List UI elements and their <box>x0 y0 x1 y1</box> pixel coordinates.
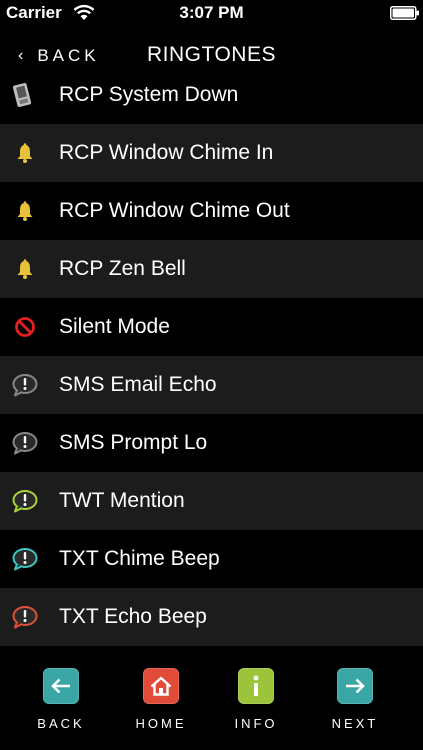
list-item-label: TWT Mention <box>59 489 185 512</box>
ringtone-list[interactable]: RCP System Down RCP Window Chime In RCP … <box>0 66 423 646</box>
battery-icon <box>390 6 419 20</box>
speech-bubble-alert-icon <box>12 604 38 630</box>
list-item-label: RCP System Down <box>59 83 239 106</box>
list-item[interactable]: RCP Window Chime Out <box>0 182 423 240</box>
home-icon[interactable] <box>143 668 179 704</box>
chevron-left-icon: ‹ <box>18 47 24 64</box>
list-item-label: TXT Echo Beep <box>59 605 207 628</box>
list-item[interactable]: RCP Window Chime In <box>0 124 423 182</box>
status-time: 3:07 PM <box>179 3 244 22</box>
list-item[interactable]: TXT Echo Beep <box>0 588 423 646</box>
toolbar-back-label: BACK <box>37 716 85 731</box>
list-item[interactable]: Silent Mode <box>0 298 423 356</box>
list-item[interactable]: SMS Email Echo <box>0 356 423 414</box>
toolbar-info-button[interactable]: INFO <box>216 668 296 731</box>
bell-icon <box>12 256 38 282</box>
list-item[interactable]: TWT Mention <box>0 472 423 530</box>
arrow-right-icon[interactable] <box>337 668 373 704</box>
info-icon[interactable] <box>238 668 274 704</box>
speech-bubble-alert-icon <box>12 488 38 514</box>
toolbar-next-button[interactable]: NEXT <box>315 668 395 731</box>
list-item-label: SMS Prompt Lo <box>59 431 208 454</box>
page-title: RINGTONES <box>147 43 276 66</box>
back-label: BACK <box>37 46 100 65</box>
speech-bubble-alert-icon <box>12 546 38 572</box>
list-item-label: Silent Mode <box>59 315 170 338</box>
bottom-toolbar: BACK HOME INFO NEXT <box>0 646 423 750</box>
list-item[interactable]: TXT Chime Beep <box>0 530 423 588</box>
toolbar-next-label: NEXT <box>331 716 379 731</box>
phone-icon <box>12 82 38 108</box>
toolbar-info-label: INFO <box>234 716 278 731</box>
toolbar-home-label: HOME <box>135 716 187 731</box>
list-item-label: RCP Window Chime In <box>59 141 274 164</box>
speech-bubble-alert-icon <box>12 430 38 456</box>
list-item-label: SMS Email Echo <box>59 373 217 396</box>
toolbar-back-button[interactable]: BACK <box>21 668 101 731</box>
bell-icon <box>12 198 38 224</box>
bell-icon <box>12 140 38 166</box>
list-item-label: RCP Zen Bell <box>59 257 186 280</box>
no-sign-icon <box>12 314 38 340</box>
list-item[interactable]: RCP Zen Bell <box>0 240 423 298</box>
list-item-label: TXT Chime Beep <box>59 547 220 570</box>
arrow-left-icon[interactable] <box>43 668 79 704</box>
speech-bubble-alert-icon <box>12 372 38 398</box>
toolbar-home-button[interactable]: HOME <box>121 668 201 731</box>
list-item[interactable]: RCP System Down <box>0 66 423 124</box>
status-bar: Carrier 3:07 PM <box>0 0 423 26</box>
back-button[interactable]: ‹ BACK <box>18 44 100 68</box>
list-item-label: RCP Window Chime Out <box>59 199 290 222</box>
list-item[interactable]: SMS Prompt Lo <box>0 414 423 472</box>
